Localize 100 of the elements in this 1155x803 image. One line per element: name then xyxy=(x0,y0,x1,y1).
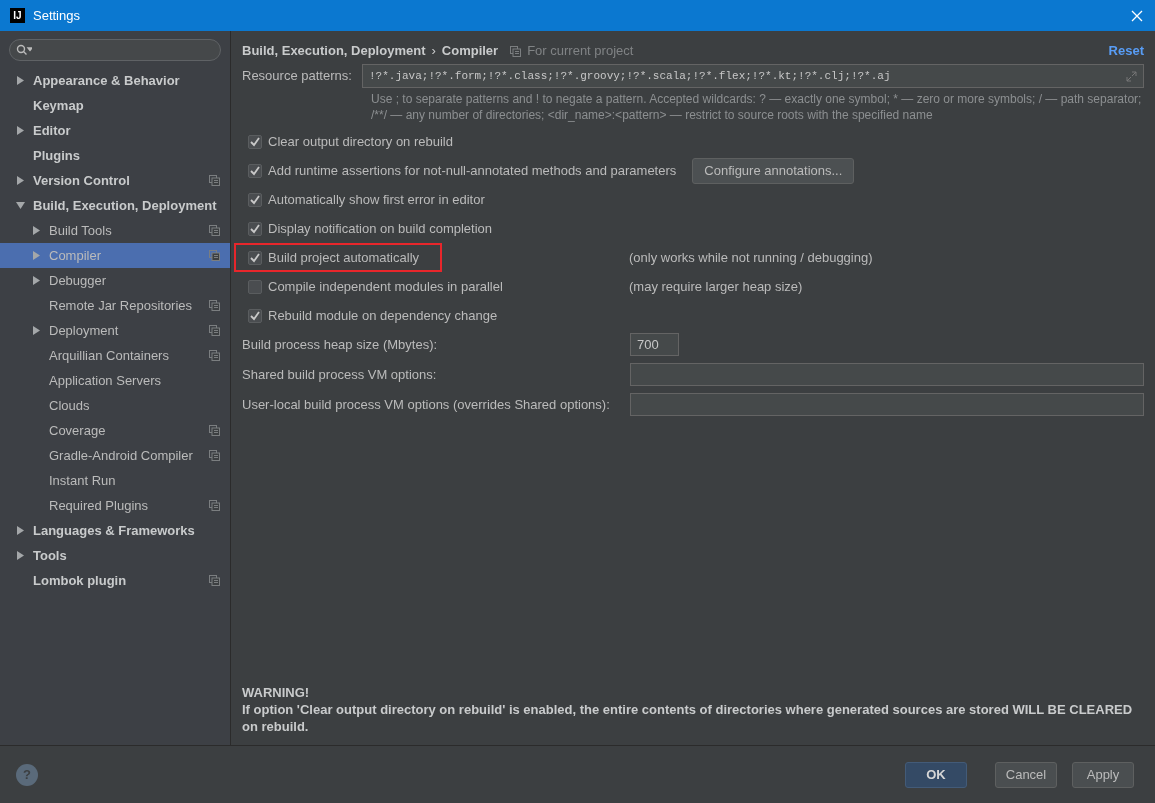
copy-icon xyxy=(209,325,220,336)
configure-button[interactable]: Configure annotations... xyxy=(692,157,855,184)
expand-arrow-icon[interactable] xyxy=(16,176,25,185)
tree-item[interactable]: Version Control xyxy=(0,168,230,193)
input-field[interactable] xyxy=(630,393,1144,416)
tree-item[interactable]: Build Tools xyxy=(0,218,230,243)
breadcrumb-current: Compiler xyxy=(441,42,499,61)
checkbox[interactable] xyxy=(248,134,262,149)
copy-icon xyxy=(209,175,220,186)
copy-icon xyxy=(209,225,220,236)
checkbox-label[interactable]: Add runtime assertions for not-null-annotated methods and parameters xyxy=(268,160,677,181)
expand-arrow-icon[interactable] xyxy=(16,126,25,135)
tree-item-label: Deployment xyxy=(49,321,120,340)
option-note: (may require larger heap size) xyxy=(629,277,803,296)
tree-item-label: Gradle-Android Compiler xyxy=(49,446,194,465)
tree-item-label: Build, Execution, Deployment xyxy=(33,196,218,215)
checkbox-label[interactable]: Build project automatically xyxy=(268,247,420,268)
expand-arrow-icon[interactable] xyxy=(32,226,41,235)
checkbox-label[interactable]: Automatically show first error in editor xyxy=(268,189,485,210)
tree-item[interactable]: Tools xyxy=(0,543,230,568)
scope-label: For current project xyxy=(527,42,634,61)
tree-item[interactable]: Required Plugins xyxy=(0,493,230,518)
checkbox-label[interactable]: Display notification on build completion xyxy=(268,218,492,239)
hint-text: Use ; to separate patterns and ! to negate a pattern. Accepted wildcards: ? — exactly one symbol; * — zero or more symbols; / — path separator; xyxy=(371,91,1143,107)
input-field[interactable] xyxy=(630,363,1144,386)
search-icon xyxy=(16,44,32,56)
tree-item[interactable]: Languages & Frameworks xyxy=(0,518,230,543)
breadcrumb-parent[interactable]: Build, Execution, Deployment xyxy=(242,41,426,61)
expand-arrow-icon[interactable] xyxy=(32,276,41,285)
copy-icon xyxy=(209,575,220,586)
checkbox[interactable] xyxy=(248,192,262,207)
field-label: User-local build process VM options (overrides Shared options): xyxy=(242,395,611,414)
tree-item[interactable]: Lombok plugin xyxy=(0,568,230,593)
tree-item-label: Editor xyxy=(33,121,72,140)
tree-item[interactable]: Plugins xyxy=(0,143,230,168)
checkbox[interactable] xyxy=(248,279,262,294)
collapse-arrow-icon[interactable] xyxy=(16,201,25,210)
tree-item[interactable]: Remote Jar Repositories xyxy=(0,293,230,318)
tree-item-label: Build Tools xyxy=(49,221,113,240)
hint-text: /**/ — any number of directories; <dir_name>:<pattern> — restrict to source roots with the specified name xyxy=(371,107,934,123)
dialog-button[interactable]: Apply xyxy=(1072,761,1134,788)
tree-item-label: Version Control xyxy=(33,171,131,190)
tree-item-label: Keymap xyxy=(33,96,85,115)
field-label: Build process heap size (Mbytes): xyxy=(242,335,439,354)
tree-item-label: Remote Jar Repositories xyxy=(49,296,194,315)
app-logo: IJ xyxy=(10,8,25,23)
checkbox[interactable] xyxy=(248,308,262,323)
tree-item-label: Instant Run xyxy=(49,471,117,490)
tree-item[interactable]: Keymap xyxy=(0,93,230,118)
tree-item[interactable]: Gradle-Android Compiler xyxy=(0,443,230,468)
field-label: Shared build process VM options: xyxy=(242,365,438,384)
tree-item[interactable]: Appearance & Behavior xyxy=(0,68,230,93)
dialog-button[interactable]: OK xyxy=(905,761,967,788)
tree-item-label: Clouds xyxy=(49,396,91,415)
tree-item-label: Debugger xyxy=(49,271,108,290)
checkbox-label[interactable]: Rebuild module on dependency change xyxy=(268,305,498,326)
warning-text: If option 'Clear output directory on rebuild' is enabled, the entire contents of directories where generated sources are stored WILL BE CLEARED on rebuild. xyxy=(242,701,1134,735)
expand-arrow-icon[interactable] xyxy=(16,76,25,85)
tree-item[interactable]: Instant Run xyxy=(0,468,230,493)
tree-item-label: Lombok plugin xyxy=(33,571,128,590)
option-note: (only works while not running / debugging) xyxy=(629,248,873,267)
tree-item[interactable]: Application Servers xyxy=(0,368,230,393)
breadcrumb-separator: › xyxy=(431,42,436,61)
tree-item[interactable]: Arquillian Containers xyxy=(0,343,230,368)
reset-link[interactable]: Reset xyxy=(1108,41,1144,61)
close-icon[interactable] xyxy=(1131,9,1143,22)
tree-item[interactable]: Coverage xyxy=(0,418,230,443)
tree-item-label: Coverage xyxy=(49,421,107,440)
search-field[interactable] xyxy=(9,39,221,61)
expand-arrow-icon[interactable] xyxy=(16,526,25,535)
field-label: Resource patterns: xyxy=(242,67,352,86)
window-title: Settings xyxy=(33,6,80,25)
tree-item[interactable]: Editor xyxy=(0,118,230,143)
copy-icon xyxy=(209,425,220,436)
expand-arrow-icon[interactable] xyxy=(32,326,41,335)
copy-icon xyxy=(209,250,220,261)
warning-title: WARNING! xyxy=(242,684,311,701)
tree-item-label: Arquillian Containers xyxy=(49,346,170,365)
copy-icon xyxy=(209,300,220,311)
tree-item[interactable]: Debugger xyxy=(0,268,230,293)
checkbox-label[interactable]: Clear output directory on rebuild xyxy=(268,131,453,152)
input-field[interactable]: !?*.java;!?*.form;!?*.class;!?*.groovy;!?*.scala;!?*.flex;!?*.kt;!?*.clj;!?*.aj xyxy=(362,64,1144,88)
checkbox[interactable] xyxy=(248,163,262,178)
tree-item[interactable]: Clouds xyxy=(0,393,230,418)
checkbox-label[interactable]: Compile independent modules in parallel xyxy=(268,276,503,297)
dialog-button[interactable]: Cancel xyxy=(995,761,1057,788)
expand-arrow-icon[interactable] xyxy=(16,551,25,560)
copy-icon xyxy=(209,500,220,511)
checkbox[interactable] xyxy=(248,250,262,265)
checkbox[interactable] xyxy=(248,221,262,236)
copy-icon xyxy=(510,45,522,57)
tree-item-label: Compiler xyxy=(49,246,102,265)
tree-item[interactable]: Deployment xyxy=(0,318,230,343)
tree-item[interactable]: Build, Execution, Deployment xyxy=(0,193,230,218)
copy-icon xyxy=(209,350,220,361)
tree-item-label: Application Servers xyxy=(49,371,162,390)
tree-item-label: Tools xyxy=(33,546,68,565)
copy-icon xyxy=(209,450,220,461)
tree-item-label: Appearance & Behavior xyxy=(33,71,181,90)
input-field[interactable]: 700 xyxy=(630,333,679,356)
